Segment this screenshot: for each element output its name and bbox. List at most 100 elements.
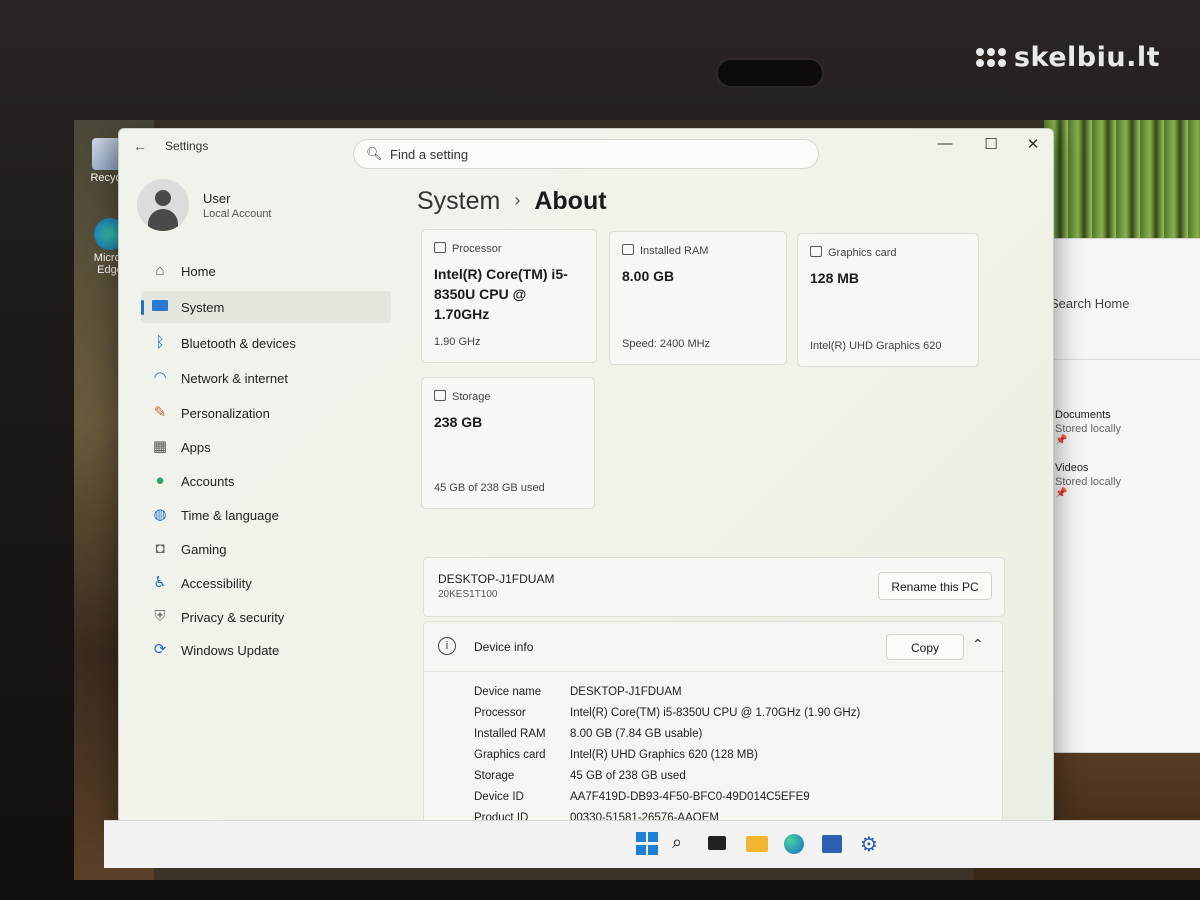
spec-row: Installed RAM 8.00 GB (7.84 GB usable)	[474, 728, 703, 740]
sidebar-item-label: Network & internet	[181, 371, 288, 386]
sidebar-item-system[interactable]: System	[141, 291, 391, 323]
sidebar-item-label: Personalization	[181, 406, 270, 421]
sidebar-item-bluetooth[interactable]: ᛒ Bluetooth & devices	[141, 327, 391, 359]
search-placeholder: Find a setting	[390, 147, 469, 162]
sidebar-item-privacy[interactable]: ⛨ Privacy & security	[141, 601, 391, 633]
processor-speed: 1.90 GHz	[434, 336, 481, 348]
avatar[interactable]	[137, 179, 189, 231]
sidebar-item-label: System	[181, 300, 225, 315]
graphics-value: 128 MB	[810, 270, 860, 286]
settings-icon[interactable]: ⚙	[860, 832, 884, 856]
sidebar-item-label: Gaming	[181, 542, 227, 557]
user-name: User	[203, 191, 231, 206]
maximize-icon[interactable]: ☐	[971, 135, 1011, 153]
file-explorer-window[interactable]: Search Home Documents Stored locally 📌 V…	[1029, 238, 1200, 753]
screen: Recycle Micros Edge Search Home Document…	[74, 120, 1200, 880]
pc-model: 20KES1T100	[438, 589, 498, 600]
pc-name: DESKTOP-J1FDUAM	[438, 572, 555, 586]
store-icon[interactable]	[822, 832, 846, 856]
accessibility-icon: ♿︎	[153, 574, 167, 591]
processor-icon	[434, 242, 446, 253]
settings-window[interactable]: ← Settings — ☐ ✕ 🔍︎ Find a setting User …	[118, 128, 1054, 824]
copy-button[interactable]: Copy	[886, 634, 964, 660]
page-title: About	[534, 187, 607, 215]
item-status: Stored locally	[1055, 423, 1122, 435]
spec-row: Device ID AA7F419D-DB93-4F50-BFC0-49D014C…	[474, 791, 810, 803]
active-indicator	[141, 300, 144, 315]
device-info-header[interactable]: i Device info Copy ⌃	[424, 622, 1004, 672]
device-info-panel: i Device info Copy ⌃ Device name DESKTOP-…	[423, 621, 1004, 823]
sidebar-item-label: Apps	[181, 440, 211, 455]
search-icon: 🔍︎	[366, 146, 383, 161]
gamepad-icon: ◘	[155, 540, 165, 557]
breadcrumb: System › About	[417, 187, 607, 216]
ram-card: Installed RAM 8.00 GB Speed: 2400 MHz	[609, 231, 787, 365]
storage-icon	[434, 390, 446, 401]
explorer-item-documents[interactable]: Documents Stored locally 📌	[1055, 409, 1121, 446]
card-header: Storage	[434, 390, 491, 403]
sidebar-item-network[interactable]: ◠ Network & internet	[141, 362, 391, 394]
card-header: Graphics card	[810, 246, 896, 259]
breadcrumb-parent[interactable]: System	[417, 187, 500, 215]
start-icon[interactable]	[636, 832, 660, 856]
webcam	[716, 58, 824, 88]
sidebar-item-home[interactable]: ⌂ Home	[141, 255, 391, 287]
apps-icon: ▦	[152, 438, 168, 455]
storage-usage: 45 GB of 238 GB used	[434, 482, 545, 494]
spec-row: Graphics card Intel(R) UHD Graphics 620 (…	[474, 749, 758, 761]
brush-icon: ✎	[153, 404, 167, 421]
sidebar-item-label: Accessibility	[181, 576, 252, 591]
sidebar-item-windows-update[interactable]: ⟳ Windows Update	[141, 634, 391, 666]
window-title: Settings	[165, 139, 209, 153]
divider	[1030, 359, 1200, 360]
edge-icon[interactable]	[784, 832, 808, 856]
user-account-type: Local Account	[203, 208, 272, 220]
storage-value: 238 GB	[434, 414, 483, 430]
sidebar-item-gaming[interactable]: ◘ Gaming	[141, 533, 391, 565]
watermark-text: skelbiu.lt	[1013, 42, 1160, 73]
sidebar-item-accounts[interactable]: ● Accounts	[141, 465, 391, 497]
sidebar-item-label: Accounts	[181, 474, 235, 489]
file-explorer-icon[interactable]	[746, 832, 770, 856]
wifi-icon: ◠	[153, 369, 167, 386]
graphics-card: Graphics card 128 MB Intel(R) UHD Graphi…	[797, 233, 979, 367]
breadcrumb-separator: ›	[514, 190, 521, 210]
shield-icon: ⛨	[154, 608, 166, 625]
item-name: Videos	[1055, 462, 1089, 474]
pc-name-panel: DESKTOP-J1FDUAM 20KES1T100 Rename this P…	[423, 557, 1005, 617]
search-input[interactable]: 🔍︎ Find a setting	[353, 139, 819, 169]
globe-icon: ◍	[153, 506, 167, 523]
rename-pc-button[interactable]: Rename this PC	[878, 572, 992, 600]
home-icon: ⌂	[155, 262, 165, 279]
sidebar-item-label: Home	[181, 264, 216, 279]
spec-row: Storage 45 GB of 238 GB used	[474, 770, 686, 782]
task-view-icon[interactable]	[708, 832, 732, 856]
info-icon: i	[438, 637, 456, 655]
pin-icon: 📌	[1055, 488, 1068, 499]
sidebar-item-label: Windows Update	[181, 643, 280, 658]
spec-row: Processor Intel(R) Core(TM) i5-8350U CPU …	[474, 707, 861, 719]
sidebar-item-apps[interactable]: ▦ Apps	[141, 431, 391, 463]
sidebar-item-accessibility[interactable]: ♿︎ Accessibility	[141, 567, 391, 599]
sidebar-item-label: Privacy & security	[181, 610, 285, 625]
search-icon[interactable]: ⌕	[672, 832, 696, 856]
close-icon[interactable]: ✕	[1013, 135, 1053, 153]
spec-row: Device name DESKTOP-J1FDUAM	[474, 686, 682, 698]
sidebar-item-personalization[interactable]: ✎ Personalization	[141, 397, 391, 429]
item-status: Stored locally	[1055, 476, 1122, 488]
chevron-up-icon[interactable]: ⌃	[972, 636, 984, 653]
card-header: Processor	[434, 242, 502, 255]
ram-speed: Speed: 2400 MHz	[622, 338, 711, 350]
sidebar-item-time-language[interactable]: ◍ Time & language	[141, 499, 391, 531]
sidebar-item-label: Time & language	[181, 508, 279, 523]
explorer-search[interactable]: Search Home	[1050, 289, 1200, 319]
device-info-title: Device info	[474, 640, 534, 654]
back-arrow-icon[interactable]: ←	[133, 138, 147, 154]
minimize-icon[interactable]: —	[925, 135, 965, 152]
explorer-item-videos[interactable]: Videos Stored locally 📌	[1055, 462, 1121, 499]
graphics-icon	[810, 246, 822, 257]
accounts-icon: ●	[155, 472, 165, 489]
processor-card: Processor Intel(R) Core(TM) i5-8350U CPU…	[421, 229, 597, 363]
item-name: Documents	[1055, 409, 1111, 421]
bluetooth-icon: ᛒ	[155, 334, 165, 351]
